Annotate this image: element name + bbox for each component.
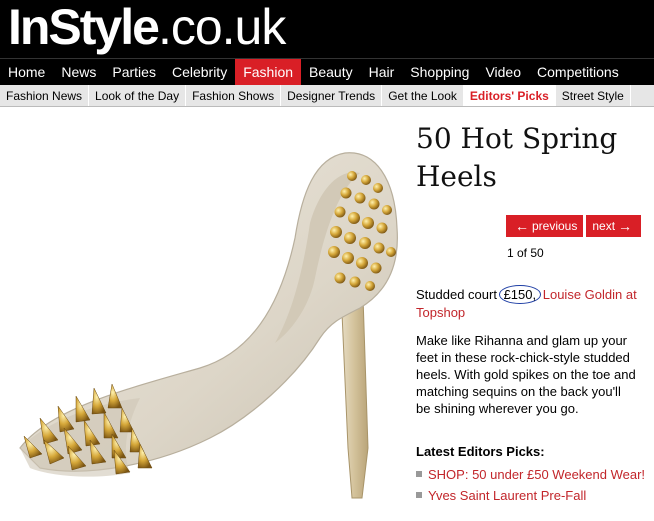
item-caption: Studded court £150, Louise Goldin at Top… [416, 285, 651, 321]
nav-item-video[interactable]: Video [477, 59, 529, 85]
arrow-left-icon: ← [515, 218, 529, 234]
list-item: Yves Saint Laurent Pre-Fall [416, 487, 651, 504]
next-button[interactable]: next → [586, 215, 642, 237]
latest-pick-link[interactable]: Yves Saint Laurent Pre-Fall [428, 487, 586, 504]
subnav-item-fashion-shows[interactable]: Fashion Shows [186, 85, 282, 106]
subnav-item-get-the-look[interactable]: Get the Look [382, 85, 464, 106]
latest-picks-list: SHOP: 50 under £50 Weekend Wear! Yves Sa… [416, 466, 651, 508]
nav-item-home[interactable]: Home [0, 59, 53, 85]
secondary-nav: Fashion News Look of the Day Fashion Sho… [0, 85, 654, 107]
nav-item-news[interactable]: News [53, 59, 104, 85]
nav-item-parties[interactable]: Parties [104, 59, 164, 85]
gallery-panel: 50 Hot Spring Heels ← previous next → 1 … [416, 120, 651, 503]
nav-item-shopping[interactable]: Shopping [402, 59, 477, 85]
nav-item-beauty[interactable]: Beauty [301, 59, 361, 85]
previous-label: previous [532, 219, 578, 233]
masthead: InStyle.co.uk [0, 0, 654, 58]
subnav-item-look-of-the-day[interactable]: Look of the Day [89, 85, 187, 106]
gallery-pager: ← previous next → [506, 215, 642, 237]
previous-button[interactable]: ← previous [506, 215, 584, 237]
bullet-icon [416, 492, 422, 498]
nav-item-hair[interactable]: Hair [361, 59, 403, 85]
list-item: SHOP: 50 under £50 Weekend Wear! [416, 466, 651, 483]
bullet-icon [416, 471, 422, 477]
subnav-item-editors-picks[interactable]: Editors' Picks [463, 85, 556, 106]
item-description: Make like Rihanna and glam up your feet … [416, 333, 636, 416]
gallery-title: 50 Hot Spring Heels [416, 122, 618, 193]
product-image [19, 152, 398, 499]
gallery-counter: 1 of 50 [507, 246, 544, 260]
logo-brand: InStyle [8, 0, 160, 55]
subnav-item-designer-trends[interactable]: Designer Trends [281, 85, 383, 106]
latest-picks-heading: Latest Editors Picks: [416, 444, 545, 459]
item-price: £150, [498, 285, 542, 304]
primary-nav: Home News Parties Celebrity Fashion Beau… [0, 58, 654, 85]
arrow-right-icon: → [618, 218, 633, 234]
subnav-item-street-style[interactable]: Street Style [556, 85, 631, 106]
subnav-item-fashion-news[interactable]: Fashion News [0, 85, 90, 106]
nav-item-celebrity[interactable]: Celebrity [164, 59, 235, 85]
logo-domain: .co.uk [157, 0, 286, 55]
site-logo[interactable]: InStyle.co.uk [8, 0, 286, 56]
caption-text: Studded court [416, 287, 501, 302]
nav-item-competitions[interactable]: Competitions [529, 59, 627, 85]
latest-pick-link[interactable]: SHOP: 50 under £50 Weekend Wear! [428, 466, 645, 483]
next-label: next [592, 219, 616, 233]
nav-item-fashion[interactable]: Fashion [235, 59, 302, 85]
